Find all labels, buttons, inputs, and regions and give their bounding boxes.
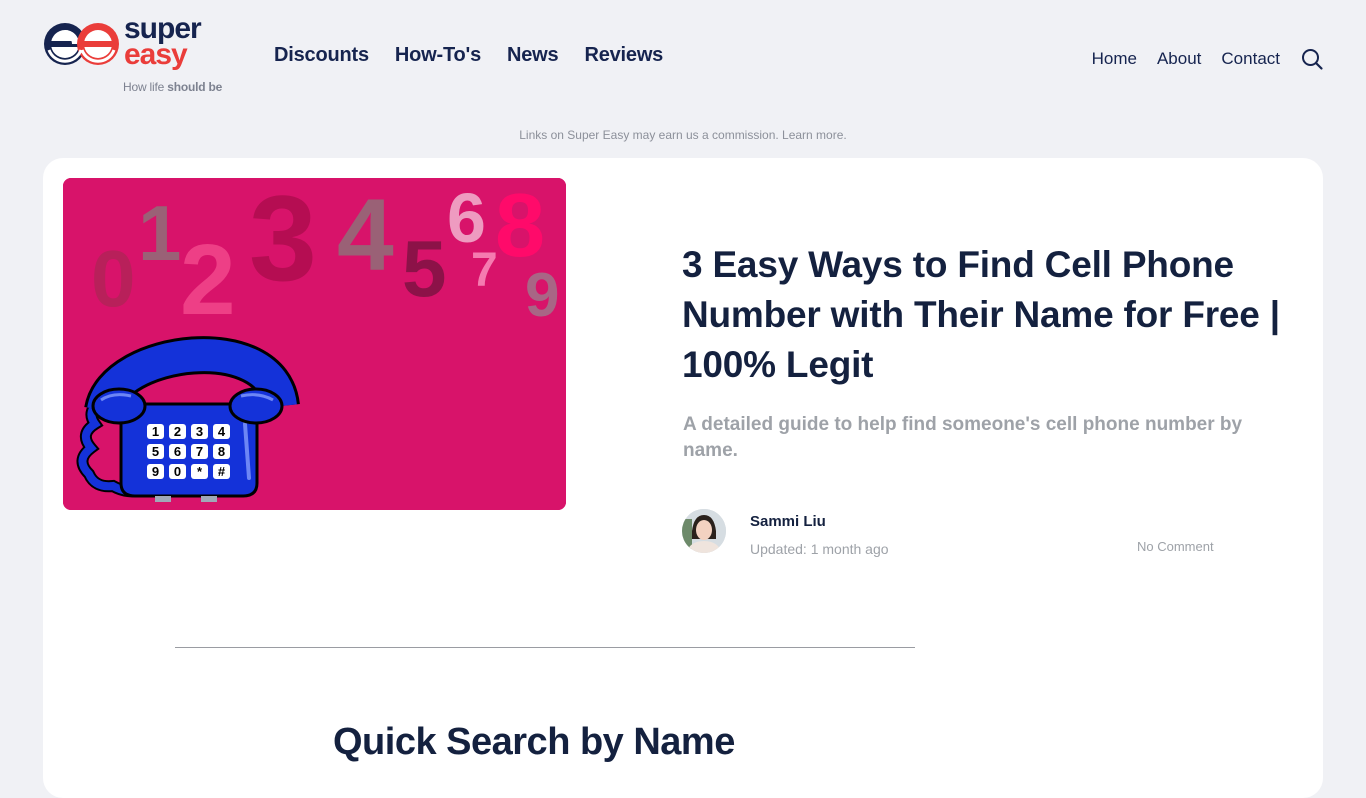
main-nav: Discounts How-To's News Reviews [274, 44, 663, 67]
section-divider [175, 647, 915, 648]
digit-3: 3 [249, 178, 317, 306]
keypad-key-label: 2 [174, 424, 181, 439]
article-title: 3 Easy Ways to Find Cell Phone Number wi… [682, 244, 1280, 385]
keypad-key-label: 5 [152, 444, 159, 459]
keypad-key-label: 7 [196, 444, 203, 459]
article-subtitle: A detailed guide to help find someone's … [683, 414, 1243, 461]
site-header: super easy How life should be Discounts … [0, 0, 1366, 110]
keypad-key-label: # [218, 464, 226, 479]
nav-news[interactable]: News [507, 44, 559, 67]
logo-mark-icon [44, 23, 119, 65]
keypad-key-label: 3 [196, 424, 203, 439]
phone-illustration: 0 1 2 3 4 5 6 7 8 9 1 2 3 45 6 7 89 0 * … [63, 178, 566, 510]
keypad-key-label: 0 [174, 464, 181, 479]
digit-5: 5 [402, 224, 447, 313]
logo-tagline: How life should be [123, 80, 222, 94]
search-button[interactable] [1300, 47, 1324, 71]
hero-image: 0 1 2 3 4 5 6 7 8 9 1 2 3 4 5 6 7 8 9 0 … [63, 178, 566, 510]
keypad-key-label: 6 [174, 444, 181, 459]
nav-home[interactable]: Home [1092, 49, 1137, 69]
updated-date: Updated: 1 month ago [750, 541, 889, 557]
nav-discounts[interactable]: Discounts [274, 44, 369, 67]
comments-link[interactable]: No Comment [1137, 539, 1214, 554]
article-card: 0 1 2 3 4 5 6 7 8 9 1 2 3 4 5 6 7 8 9 0 … [43, 158, 1323, 798]
digit-0: 0 [91, 234, 136, 323]
author-name[interactable]: Sammi Liu [750, 513, 826, 530]
keypad-key-label: 9 [152, 464, 159, 479]
nav-contact[interactable]: Contact [1221, 49, 1280, 69]
author-avatar[interactable] [682, 509, 726, 553]
digit-1: 1 [138, 189, 181, 277]
logo-word-easy: easy [124, 38, 188, 71]
keypad-key-label: 4 [218, 424, 226, 439]
tagline-bold: should be [167, 80, 223, 94]
keypad-key-label: 8 [218, 444, 225, 459]
avatar-photo [682, 509, 726, 553]
logo-wordmark: super easy [124, 14, 202, 71]
site-logo[interactable]: super easy How life should be [42, 14, 232, 98]
nav-about[interactable]: About [1157, 49, 1201, 69]
section-heading: Quick Search by Name [333, 721, 735, 763]
digit-4: 4 [337, 178, 394, 292]
affiliate-disclaimer[interactable]: Links on Super Easy may earn us a commis… [0, 128, 1366, 142]
nav-reviews[interactable]: Reviews [584, 44, 663, 67]
nav-how-tos[interactable]: How-To's [395, 44, 481, 67]
digit-7: 7 [471, 244, 498, 297]
secondary-nav: Home About Contact [1092, 47, 1324, 71]
digit-9: 9 [525, 261, 559, 330]
digit-2: 2 [180, 224, 236, 336]
search-icon [1302, 49, 1323, 70]
tagline-prefix: How life [123, 80, 168, 94]
keypad-key-label: 1 [152, 424, 159, 439]
